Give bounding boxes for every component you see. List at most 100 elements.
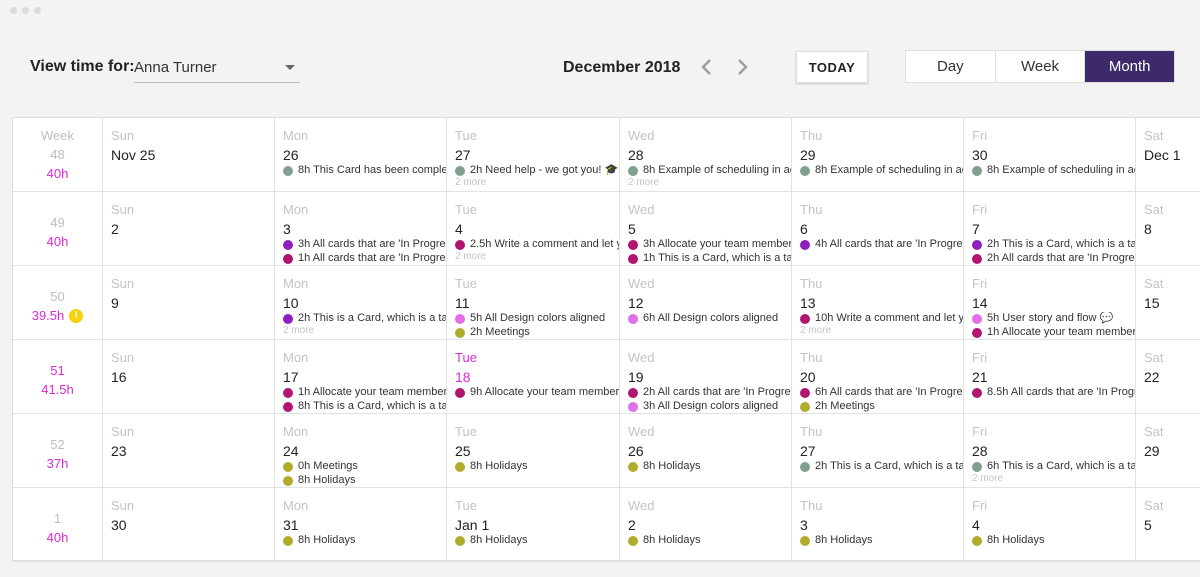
time-entry[interactable]: 2h All cards that are 'In Progres (972, 252, 1135, 265)
day-cell[interactable]: Mon 10 2h This is a Card, which is a tas 2 … (275, 266, 447, 339)
next-month-button[interactable] (732, 56, 752, 78)
day-cell[interactable]: Wed 28 8h Example of scheduling in ac 2 mor… (620, 118, 792, 191)
time-entry[interactable]: 2h Meetings (455, 326, 619, 339)
time-entry[interactable]: 8h Holidays (283, 474, 446, 487)
more-entries-link[interactable]: 2 more (283, 325, 446, 337)
day-cell[interactable]: Wed 12 6h All Design colors aligned (620, 266, 792, 339)
day-cell[interactable]: Thu 6 4h All cards that are 'In Progres (792, 192, 964, 265)
day-cell[interactable]: Tue 18 9h Allocate your team member (447, 340, 620, 413)
window-dot[interactable] (22, 7, 29, 14)
day-cell[interactable]: Sun 23 (103, 414, 275, 487)
time-entry[interactable]: 3h All cards that are 'In Progress' (283, 238, 446, 251)
time-entry[interactable]: 2h This is a Card, which is a tas (972, 238, 1135, 251)
time-entry[interactable]: 1h This is a Card, which is a tas (628, 252, 791, 265)
time-entry[interactable]: 1h Allocate your team member (283, 386, 446, 399)
day-cell[interactable]: Sat Dec 1 (1136, 118, 1200, 191)
time-entry[interactable]: 8h Holidays (283, 534, 446, 547)
day-cell[interactable]: Wed 5 3h Allocate your team member 1h This … (620, 192, 792, 265)
warning-icon[interactable]: ! (69, 308, 84, 323)
day-cell[interactable]: Thu 27 2h This is a Card, which is a tas (792, 414, 964, 487)
time-entry[interactable]: 1h Allocate your team member (972, 326, 1135, 339)
day-cell[interactable]: Tue 11 5h All Design colors aligned 2h Meet… (447, 266, 620, 339)
time-entry[interactable]: 5h All Design colors aligned (455, 312, 619, 325)
day-cell[interactable]: Thu 29 8h Example of scheduling in ac (792, 118, 964, 191)
more-entries-link[interactable]: 2 more (455, 177, 619, 189)
time-entry[interactable]: 9h Allocate your team member (455, 386, 619, 399)
day-cell[interactable]: Fri 28 6h This is a Card, which is a tas 2 … (964, 414, 1136, 487)
time-entry[interactable]: 8h Holidays (800, 534, 963, 547)
day-cell[interactable]: Sun Nov 25 (103, 118, 275, 191)
time-entry[interactable]: 6h This is a Card, which is a tas (972, 460, 1135, 473)
day-cell[interactable]: Wed 19 2h All cards that are 'In Progres 3h… (620, 340, 792, 413)
time-entry[interactable]: 8h Example of scheduling in ac (800, 164, 963, 177)
view-day-button[interactable]: Day (906, 51, 996, 82)
day-cell[interactable]: Wed 2 8h Holidays (620, 488, 792, 561)
day-cell[interactable]: Tue Jan 1 8h Holidays (447, 488, 620, 561)
day-cell[interactable]: Sun 9 (103, 266, 275, 339)
day-cell[interactable]: Sat 29 (1136, 414, 1200, 487)
time-entry[interactable]: 8h Holidays (455, 534, 619, 547)
view-week-button[interactable]: Week (996, 51, 1086, 82)
time-entry[interactable]: 3h All Design colors aligned (628, 400, 791, 413)
time-entry[interactable]: 2.5h Write a comment and let y (455, 238, 619, 251)
entry-color-dot (800, 239, 810, 250)
time-entry[interactable]: 0h Meetings (283, 460, 446, 473)
day-cell[interactable]: Mon 24 0h Meetings 8h Holidays (275, 414, 447, 487)
day-cell[interactable]: Tue 4 2.5h Write a comment and let y2 more (447, 192, 620, 265)
window-dot[interactable] (10, 7, 17, 14)
day-cell[interactable]: Thu 20 6h All cards that are 'In Progres 2h… (792, 340, 964, 413)
day-cell[interactable]: Sat 8 (1136, 192, 1200, 265)
day-cell[interactable]: Sat 22 (1136, 340, 1200, 413)
day-cell[interactable]: Fri 7 2h This is a Card, which is a tas 2h … (964, 192, 1136, 265)
time-entry[interactable]: 6h All Design colors aligned (628, 312, 791, 325)
day-cell[interactable]: Mon 17 1h Allocate your team member 8h This… (275, 340, 447, 413)
day-cell[interactable]: Fri 30 8h Example of scheduling in ac (964, 118, 1136, 191)
time-entry[interactable]: 8h Holidays (972, 534, 1135, 547)
user-select[interactable]: Anna Turner (134, 54, 300, 83)
day-cell[interactable]: Mon 3 3h All cards that are 'In Progress' 1… (275, 192, 447, 265)
today-button[interactable]: TODAY (796, 51, 868, 83)
more-entries-link[interactable]: 2 more (455, 251, 619, 263)
time-entry[interactable]: 4h All cards that are 'In Progres (800, 238, 963, 251)
time-entry[interactable]: 6h All cards that are 'In Progres (800, 386, 963, 399)
day-cell[interactable]: Tue 25 8h Holidays (447, 414, 620, 487)
time-entry[interactable]: 2h This is a Card, which is a tas (800, 460, 963, 473)
day-cell[interactable]: Fri 21 8.5h All cards that are 'In Progre (964, 340, 1136, 413)
time-entry[interactable]: 8h Holidays (628, 534, 791, 547)
time-entry[interactable]: 2h Meetings (800, 400, 963, 413)
time-entry[interactable]: 3h Allocate your team member (628, 238, 791, 251)
day-cell[interactable]: Sun 30 (103, 488, 275, 561)
time-entry[interactable]: 8h This Card has been completed (283, 164, 446, 177)
time-entry[interactable]: 2h This is a Card, which is a tas (283, 312, 446, 325)
day-cell[interactable]: Mon 268h This Card has been completed (275, 118, 447, 191)
day-cell[interactable]: Mon 31 8h Holidays (275, 488, 447, 561)
time-entry[interactable]: 2h All cards that are 'In Progres (628, 386, 791, 399)
more-entries-link[interactable]: 2 more (628, 177, 791, 189)
time-entry[interactable]: 8h Example of scheduling in ac (628, 164, 791, 177)
window-dot[interactable] (34, 7, 41, 14)
time-entry[interactable]: 8h This is a Card, which is a tas (283, 400, 446, 413)
time-entry[interactable]: 2h Need help - we got you! 🎓 (455, 164, 619, 177)
day-cell[interactable]: Thu 3 8h Holidays (792, 488, 964, 561)
more-entries-link[interactable]: 2 more (972, 473, 1135, 485)
time-entry[interactable]: 8h Example of scheduling in ac (972, 164, 1135, 177)
day-cell[interactable]: Sun 16 (103, 340, 275, 413)
prev-month-button[interactable] (697, 56, 717, 78)
day-cell[interactable]: Thu 13 10h Write a comment and let yo 2 mor… (792, 266, 964, 339)
day-cell[interactable]: Fri 4 8h Holidays (964, 488, 1136, 561)
day-cell[interactable]: Sun 2 (103, 192, 275, 265)
time-entry[interactable]: 8h Holidays (455, 460, 619, 473)
day-cell[interactable]: Sat 15 (1136, 266, 1200, 339)
entry-color-dot (283, 461, 293, 472)
day-cell[interactable]: Wed 26 8h Holidays (620, 414, 792, 487)
view-month-button[interactable]: Month (1085, 51, 1175, 82)
time-entry[interactable]: 1h All cards that are 'In Progress' (283, 252, 446, 265)
time-entry[interactable]: 8.5h All cards that are 'In Progre (972, 386, 1135, 399)
more-entries-link[interactable]: 2 more (800, 325, 963, 337)
time-entry[interactable]: 5h User story and flow 💬 (972, 312, 1135, 325)
time-entry[interactable]: 10h Write a comment and let yo (800, 312, 963, 325)
day-cell[interactable]: Sat 5 (1136, 488, 1200, 561)
day-cell[interactable]: Tue 27 2h Need help - we got you! 🎓 2 more (447, 118, 620, 191)
time-entry[interactable]: 8h Holidays (628, 460, 791, 473)
day-cell[interactable]: Fri 14 5h User story and flow 💬 1h Allocate… (964, 266, 1136, 339)
